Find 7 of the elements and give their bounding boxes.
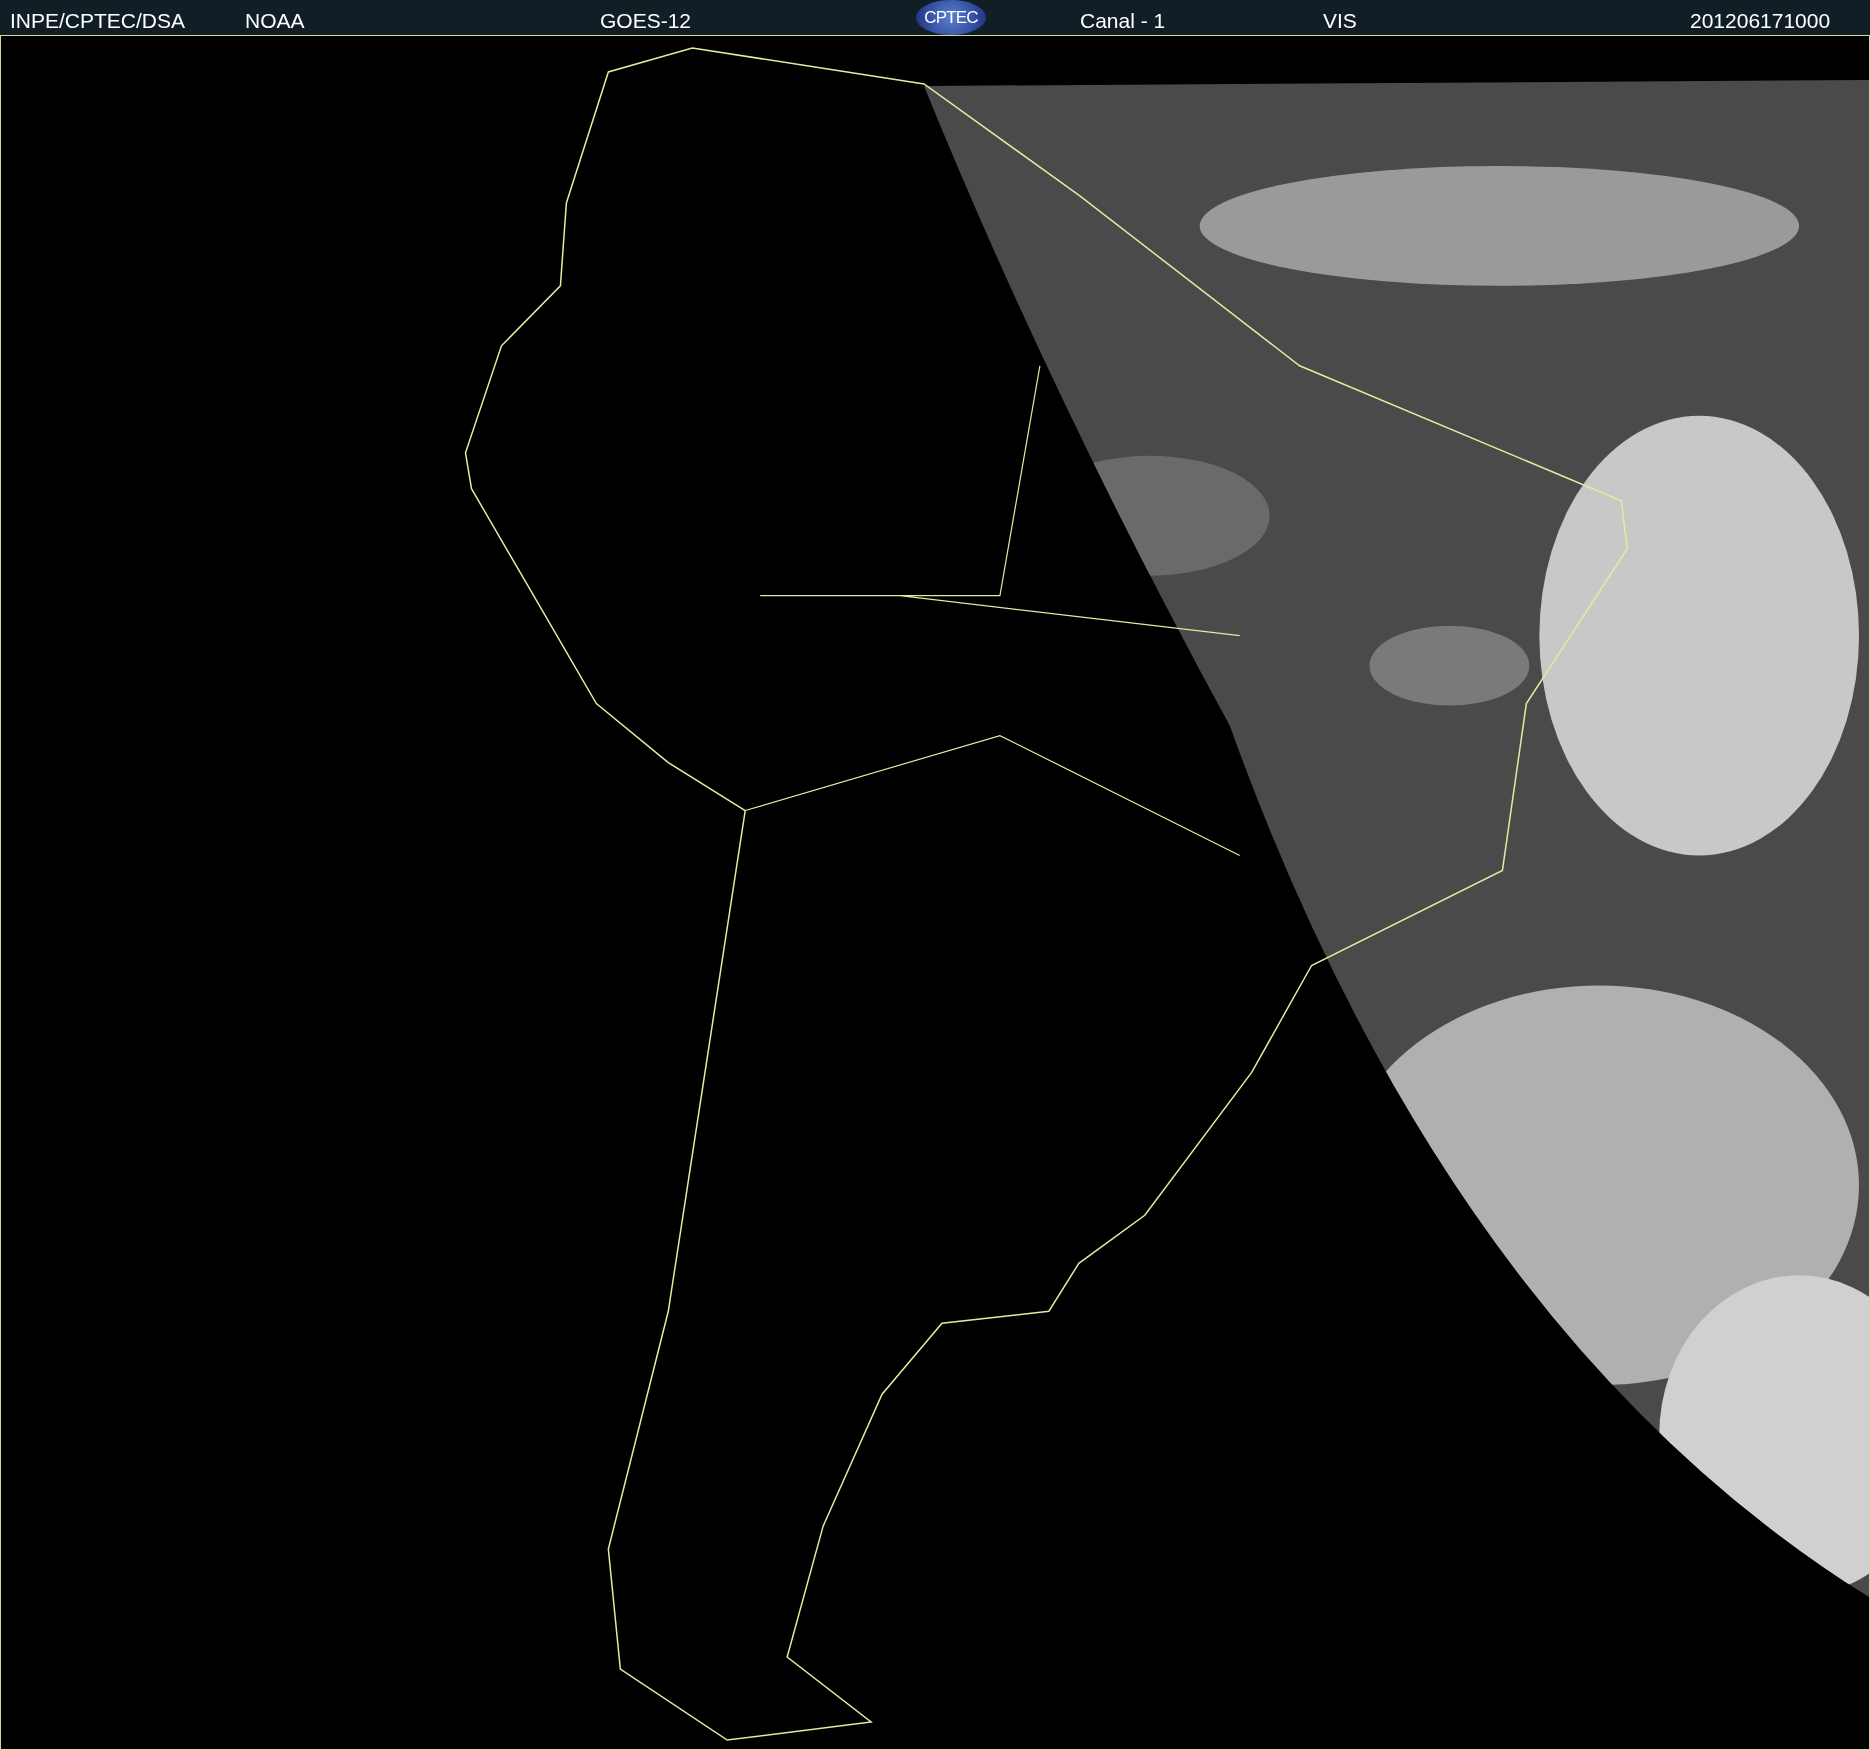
header-label: NOAA — [245, 8, 305, 34]
timestamp: 201206171000 — [1690, 8, 1831, 34]
band-label: VIS — [1323, 8, 1357, 34]
header-label: GOES-12 — [600, 8, 692, 34]
header-label: INPE/CPTEC/DSA — [10, 8, 186, 34]
logo: CPTEC — [916, 0, 986, 35]
channel-label: Canal - 1 — [1080, 8, 1166, 34]
